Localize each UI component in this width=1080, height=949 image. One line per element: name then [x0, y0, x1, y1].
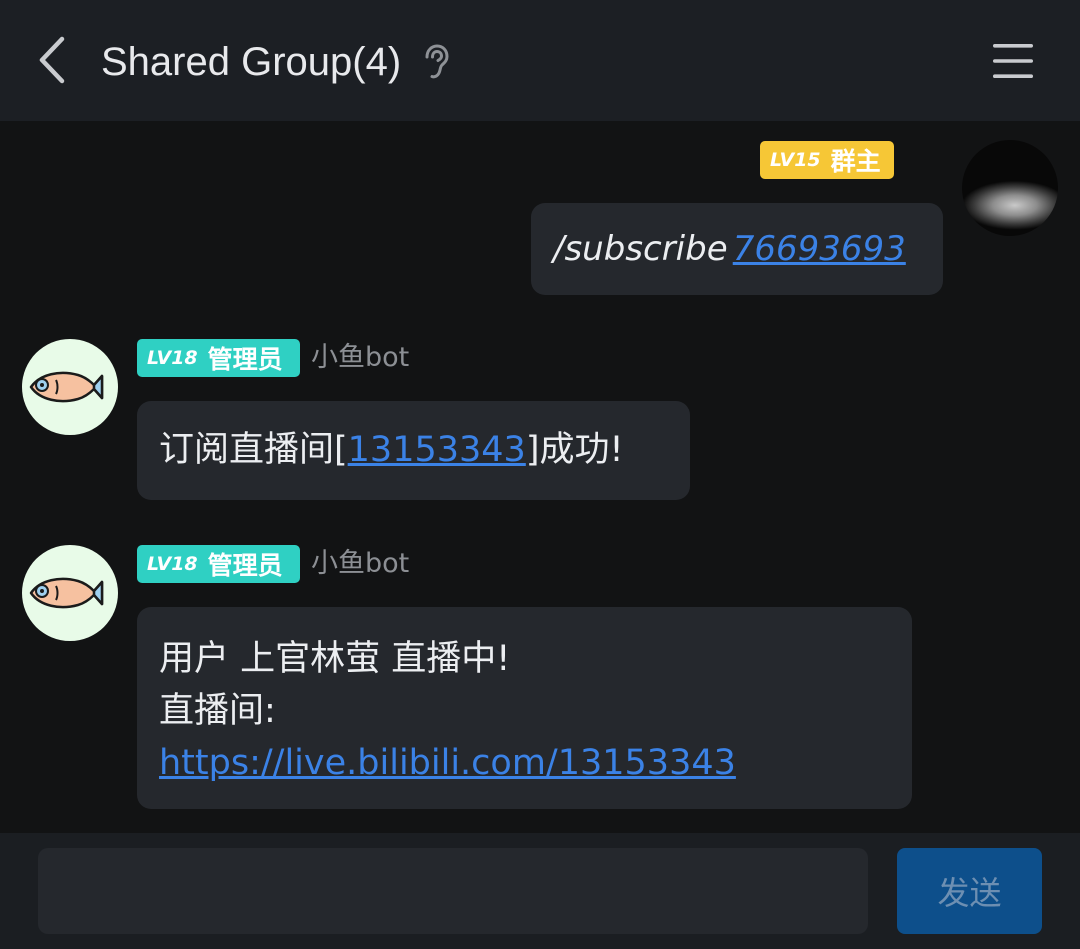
message-line: 直播间: — [159, 691, 276, 731]
badge-level: LV18 — [147, 553, 198, 575]
badge-level: LV15 — [770, 149, 821, 171]
badge-role: 管理员 — [207, 345, 283, 374]
send-button[interactable]: 发送 — [897, 848, 1042, 934]
chat-messages[interactable]: LV15 群主 /subscribe 76693693 LV18 管理员 小鱼b… — [0, 121, 1080, 833]
badge-role: 群主 — [830, 147, 881, 176]
message-line: 用户 上官林萤 直播中! — [159, 639, 511, 679]
admin-badge: LV18 管理员 — [137, 545, 300, 583]
chat-header: Shared Group(4) — [0, 0, 1080, 121]
room-id-link[interactable]: 76693693 — [733, 229, 906, 269]
owner-badge: LV15 群主 — [760, 141, 894, 179]
message-text: ]成功! — [525, 430, 624, 470]
menu-icon — [993, 44, 1033, 78]
live-url-link[interactable]: https://live.bilibili.com/13153343 — [159, 743, 736, 783]
sender-name: 小鱼bot — [311, 342, 410, 373]
badge-level: LV18 — [147, 347, 198, 369]
message-bubble[interactable]: /subscribe 76693693 — [531, 203, 943, 295]
sender-name: 小鱼bot — [311, 548, 410, 579]
group-title: Shared Group(4) — [101, 40, 402, 84]
back-button[interactable] — [30, 32, 74, 88]
message-text: 订阅直播间[ — [159, 430, 348, 470]
bot-avatar[interactable] — [22, 339, 118, 435]
back-chevron-icon — [39, 36, 65, 84]
ear-icon[interactable] — [421, 44, 451, 80]
fish-icon — [29, 371, 104, 403]
room-id-link[interactable]: 13153343 — [348, 430, 526, 470]
admin-badge: LV18 管理员 — [137, 339, 300, 377]
message-bubble[interactable]: 用户 上官林萤 直播中! 直播间: https://live.bilibili.… — [137, 607, 912, 809]
message-input[interactable] — [38, 848, 868, 934]
input-bar: 发送 — [0, 833, 1080, 949]
message-bubble[interactable]: 订阅直播间[13153343]成功! — [137, 401, 690, 500]
command-text: /subscribe — [553, 229, 728, 269]
fish-icon — [29, 577, 104, 609]
menu-button[interactable] — [986, 36, 1040, 86]
bot-avatar[interactable] — [22, 545, 118, 641]
user-avatar[interactable] — [962, 140, 1058, 236]
badge-role: 管理员 — [207, 551, 283, 580]
